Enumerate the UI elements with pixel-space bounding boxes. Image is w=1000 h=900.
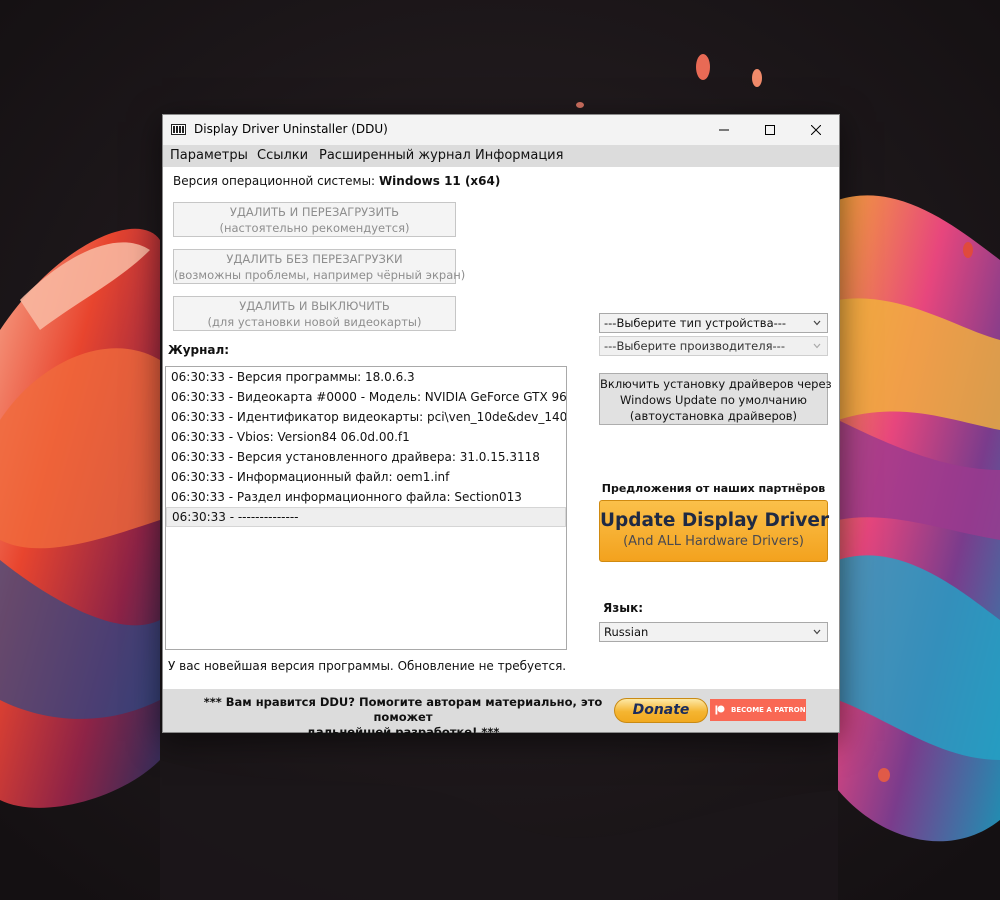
maximize-icon (765, 125, 775, 135)
os-version-line: Версия операционной системы: Windows 11 … (173, 174, 500, 188)
log-list[interactable]: 06:30:33 - Версия программы: 18.0.6.3 06… (165, 366, 567, 650)
vendor-select[interactable]: ---Выберите производителя--- (599, 336, 828, 356)
partners-label: Предложения от наших партнёров (601, 482, 826, 495)
menu-advanced-log[interactable]: Расширенный журнал (319, 148, 471, 163)
log-entry[interactable]: 06:30:33 - Vbios: Version84 06.0d.00.f1 (166, 427, 566, 447)
uninstall-shutdown-button[interactable]: УДАЛИТЬ И ВЫКЛЮЧИТЬ (для установки новой… (173, 296, 456, 331)
windows-update-line2: Windows Update по умолчанию (620, 393, 807, 407)
menu-settings[interactable]: Параметры (170, 148, 248, 163)
maximize-button[interactable] (747, 115, 793, 145)
chevron-down-icon (813, 343, 821, 349)
windows-update-line1: Включить установку драйверов через (600, 377, 832, 391)
become-patron-label: BECOME A PATRON (731, 706, 806, 714)
log-entry[interactable]: 06:30:33 - Видеокарта #0000 - Модель: NV… (166, 387, 566, 407)
log-entry[interactable]: 06:30:33 - Раздел информационного файла:… (166, 487, 566, 507)
uninstall-no-restart-button[interactable]: УДАЛИТЬ БЕЗ ПЕРЕЗАГРУЗКИ (возможны пробл… (173, 249, 466, 284)
update-display-driver-ad-button[interactable]: Update Display Driver (And ALL Hardware … (599, 500, 830, 562)
minimize-button[interactable] (701, 115, 747, 145)
update-ad-title: Update Display Driver (600, 510, 830, 531)
device-type-value: ---Выберите тип устройства--- (604, 316, 787, 330)
update-ad-subtitle: (And ALL Hardware Drivers) (623, 534, 804, 549)
language-label: Язык: (603, 601, 644, 615)
uninstall-no-restart-label: УДАЛИТЬ БЕЗ ПЕРЕЗАГРУЗКИ (226, 252, 403, 266)
uninstall-no-restart-note: (возможны проблемы, например чёрный экра… (174, 268, 466, 282)
menu-info[interactable]: Информация (475, 148, 563, 163)
chevron-down-icon (813, 629, 821, 635)
title-bar[interactable]: Display Driver Uninstaller (DDU) (163, 115, 839, 145)
donation-message: *** Вам нравится DDU? Помогите авторам м… (183, 695, 623, 740)
windows-update-toggle-button[interactable]: Включить установку драйверов через Windo… (599, 373, 832, 425)
os-version-label: Версия операционной системы: (173, 174, 376, 188)
language-value: Russian (604, 625, 649, 639)
donation-message-line2: дальнейшей разработке! *** (306, 725, 500, 739)
donate-button[interactable]: Donate (614, 698, 708, 723)
vendor-value: ---Выберите производителя--- (604, 339, 785, 353)
uninstall-restart-button[interactable]: УДАЛИТЬ И ПЕРЕЗАГРУЗИТЬ (настоятельно ре… (173, 202, 456, 237)
log-entry-selected[interactable]: 06:30:33 - -------------- (166, 507, 566, 527)
uninstall-restart-label: УДАЛИТЬ И ПЕРЕЗАГРУЗИТЬ (229, 205, 400, 219)
language-select[interactable]: Russian (599, 622, 828, 642)
menu-bar: Параметры Ссылки Расширенный журнал Инфо… (163, 145, 839, 167)
device-type-select[interactable]: ---Выберите тип устройства--- (599, 313, 828, 333)
become-patron-button[interactable]: BECOME A PATRON (710, 699, 806, 721)
os-version-value: Windows 11 (x64) (378, 174, 501, 188)
uninstall-restart-note: (настоятельно рекомендуется) (219, 221, 410, 235)
log-entry[interactable]: 06:30:33 - Версия программы: 18.0.6.3 (166, 367, 566, 387)
update-status-text: У вас новейшая версия программы. Обновле… (168, 659, 567, 673)
uninstall-shutdown-note: (для установки новой видеокарты) (207, 315, 422, 329)
minimize-icon (719, 129, 729, 131)
ddu-window: Display Driver Uninstaller (DDU) Парамет… (162, 114, 840, 739)
close-button[interactable] (793, 115, 839, 145)
patreon-icon (715, 705, 725, 715)
windows-update-line3: (автоустановка драйверов) (629, 409, 798, 423)
app-icon (171, 124, 186, 135)
log-entry[interactable]: 06:30:33 - Версия установленного драйвер… (166, 447, 566, 467)
uninstall-shutdown-label: УДАЛИТЬ И ВЫКЛЮЧИТЬ (239, 299, 390, 313)
close-icon (811, 125, 821, 135)
menu-links[interactable]: Ссылки (257, 148, 308, 163)
window-title: Display Driver Uninstaller (DDU) (194, 122, 388, 136)
chevron-down-icon (813, 320, 821, 326)
donation-message-line1: *** Вам нравится DDU? Помогите авторам м… (203, 695, 603, 724)
log-entry[interactable]: 06:30:33 - Идентификатор видеокарты: pci… (166, 407, 566, 427)
log-entry[interactable]: 06:30:33 - Информационный файл: oem1.inf (166, 467, 566, 487)
log-label: Журнал: (168, 343, 230, 357)
donation-footer: *** Вам нравится DDU? Помогите авторам м… (163, 689, 839, 739)
